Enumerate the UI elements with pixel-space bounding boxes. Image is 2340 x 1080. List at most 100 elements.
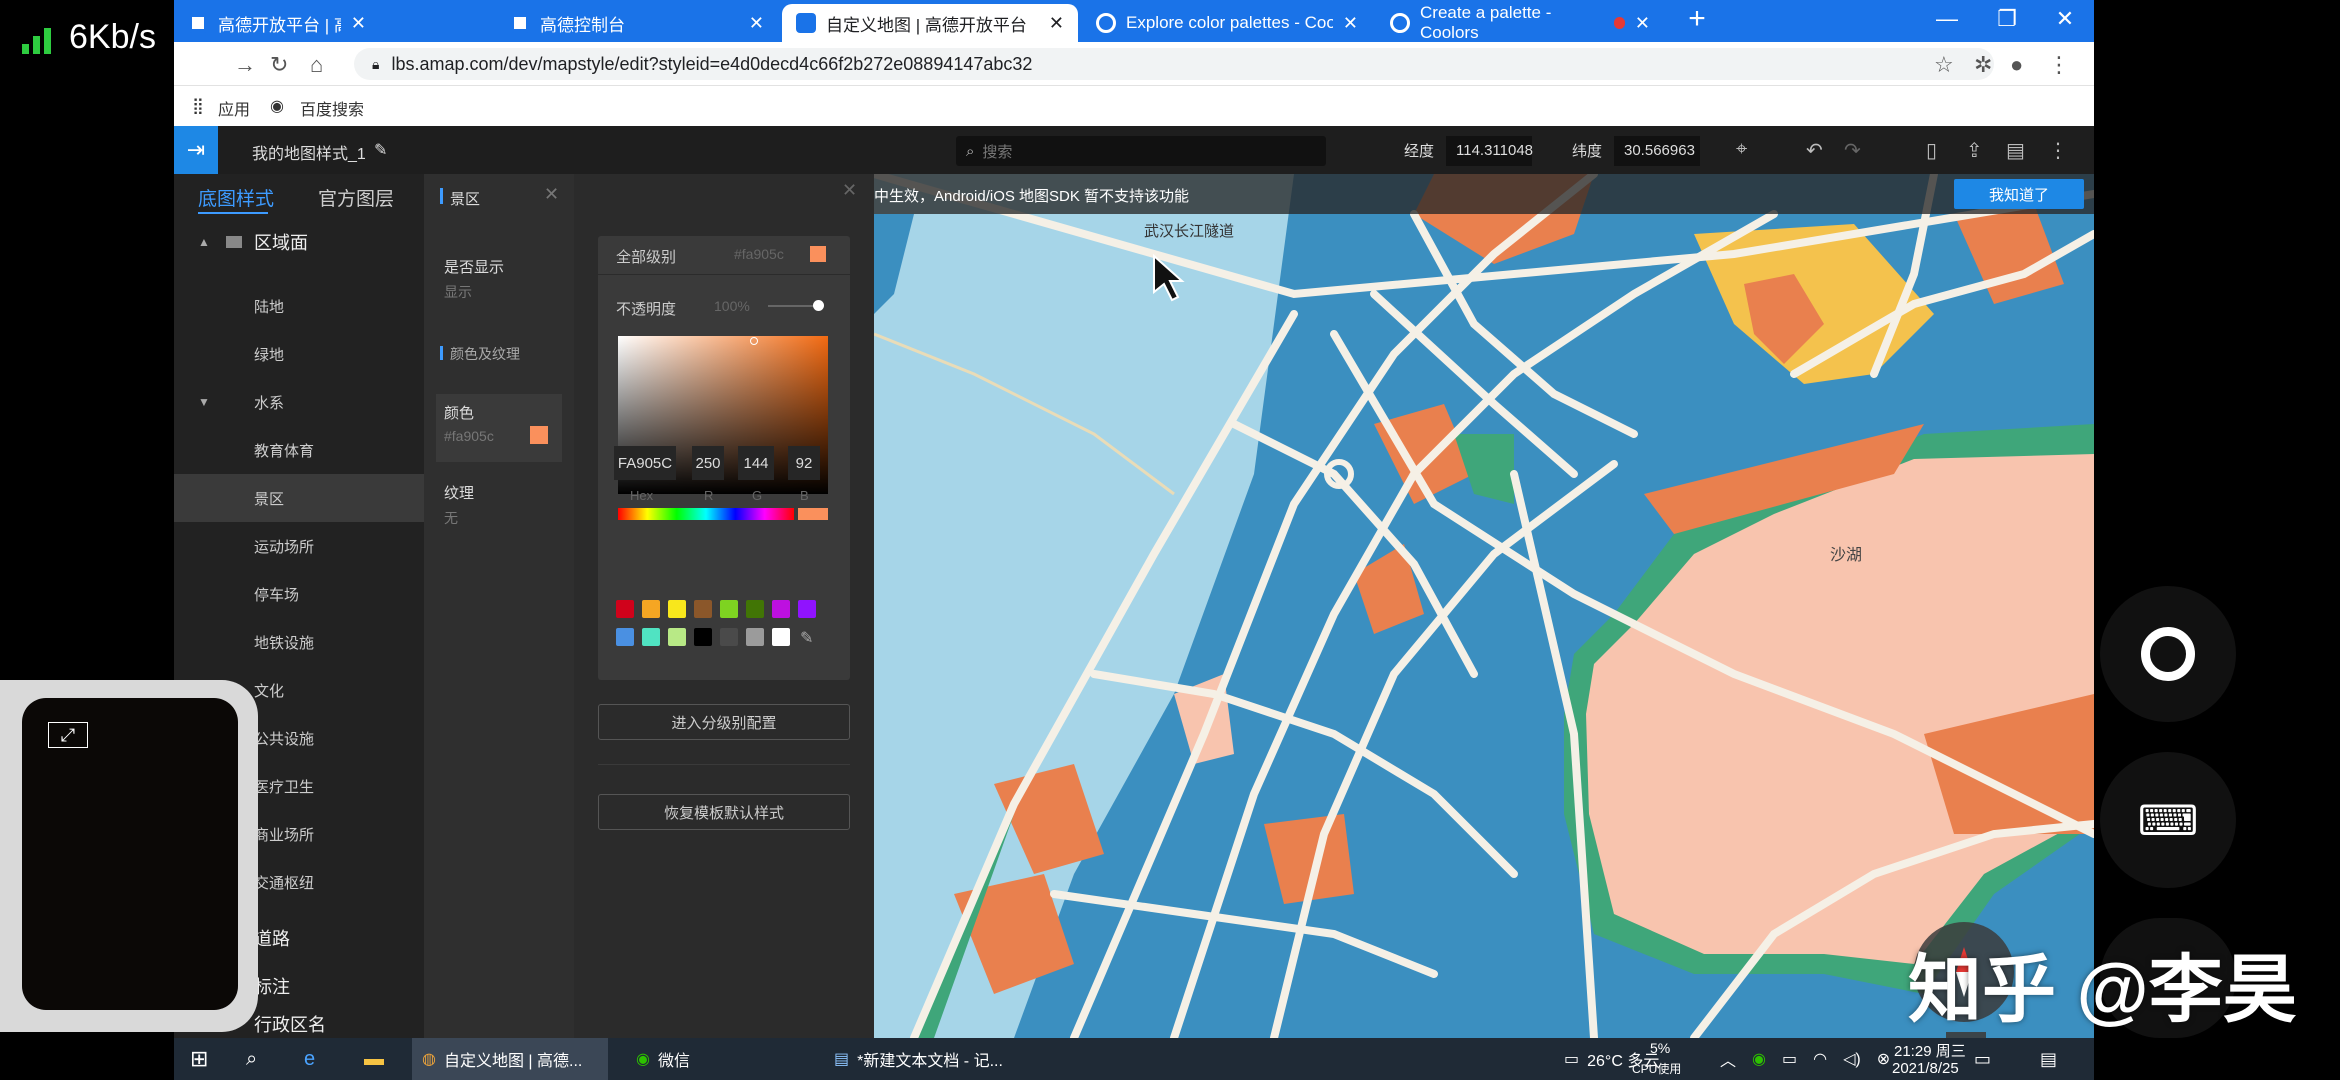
preset-swatch[interactable] — [720, 628, 738, 646]
chevron-up-icon[interactable]: ▲ — [198, 235, 210, 249]
preset-swatch[interactable] — [694, 628, 712, 646]
restore-button[interactable]: ❐ — [1978, 0, 2036, 38]
notification-icon[interactable]: ▤ — [2040, 1038, 2057, 1080]
close-icon[interactable]: ✕ — [1635, 13, 1650, 34]
clock-date[interactable]: 2021/8/25 — [1892, 1060, 1959, 1077]
profile-icon[interactable]: ● — [2010, 52, 2023, 78]
preset-swatch[interactable] — [642, 600, 660, 618]
close-circle-icon[interactable]: ⊗ — [1877, 1049, 1890, 1069]
map-search-input[interactable]: ⌕ 搜索 — [956, 136, 1326, 166]
got-it-button[interactable]: 我知道了 — [1954, 179, 2084, 209]
preset-swatch[interactable] — [798, 600, 816, 618]
layer-item[interactable]: 陆地 — [174, 282, 424, 330]
layer-item[interactable]: 停车场 — [174, 570, 424, 618]
chevron-up-icon[interactable]: ︿ — [1720, 1047, 1736, 1071]
eyedropper-icon[interactable]: ✎ — [800, 628, 813, 648]
layer-item[interactable]: ▲ 区域面 — [174, 218, 424, 266]
style-name[interactable]: 我的地图样式_1 — [252, 140, 366, 164]
preset-swatch[interactable] — [746, 600, 764, 618]
preset-swatch[interactable] — [668, 628, 686, 646]
preset-swatch[interactable] — [616, 628, 634, 646]
share-icon[interactable]: ⇪ — [1966, 138, 1983, 163]
tab-custom-map[interactable]: 自定义地图 | 高德开放平台 ✕ — [782, 4, 1078, 42]
map-canvas[interactable]: 武汉长江隧道 沙湖 中生效，Android/iOS 地图SDK 暂不支持该功能 … — [874, 174, 2094, 1038]
clock-time[interactable]: 21:29 周三 — [1894, 1040, 1966, 1061]
tab-base-style[interactable]: 底图样式 — [198, 184, 274, 211]
hue-slider[interactable] — [618, 508, 794, 520]
taskbar-wechat[interactable]: ◉ 微信 — [626, 1038, 690, 1080]
saturation-handle[interactable] — [750, 337, 758, 345]
url-field[interactable]: 🔒︎ lbs.amap.com/dev/mapstyle/edit?stylei… — [354, 48, 1994, 80]
locate-icon[interactable]: ⌖ — [1736, 138, 1747, 161]
b-input[interactable]: 92 — [788, 446, 820, 480]
preset-swatch[interactable] — [772, 628, 790, 646]
tab-official-layers[interactable]: 官方图层 — [318, 184, 394, 211]
exit-icon[interactable]: ⇥ — [174, 126, 218, 174]
close-window-button[interactable]: ✕ — [2036, 0, 2094, 38]
lat-value[interactable]: 30.566963 — [1614, 136, 1700, 166]
hex-input[interactable]: FA905C — [614, 446, 676, 480]
reset-style-button[interactable]: 恢复模板默认样式 — [598, 794, 850, 830]
battery-icon[interactable]: ▭ — [1782, 1049, 1797, 1069]
reload-icon[interactable]: ↻ — [270, 52, 288, 78]
apps-icon[interactable]: ⣿ — [192, 96, 204, 116]
opacity-slider-handle[interactable] — [813, 300, 824, 311]
mobile-preview-icon[interactable]: ▯ — [1926, 138, 1937, 163]
close-icon[interactable]: ✕ — [544, 184, 559, 205]
texture-value[interactable]: 无 — [444, 508, 458, 528]
edit-pencil-icon[interactable]: ✎ — [374, 140, 387, 160]
tab-create-palette[interactable]: Create a palette - Coolors ✕ — [1376, 3, 1664, 42]
redo-icon[interactable]: ↷ — [1844, 138, 1861, 163]
preset-swatch[interactable] — [720, 600, 738, 618]
layer-item[interactable]: 教育体育 — [174, 426, 424, 474]
layer-item[interactable]: 景区 — [174, 474, 424, 522]
map-svg[interactable]: 武汉长江隧道 沙湖 — [874, 174, 2094, 1038]
preset-swatch[interactable] — [746, 628, 764, 646]
layer-item[interactable]: 运动场所 — [174, 522, 424, 570]
undo-icon[interactable]: ↶ — [1806, 138, 1823, 163]
preset-swatch[interactable] — [616, 600, 634, 618]
taskbar-notepad[interactable]: ▤ *新建文本文档 - 记... — [824, 1038, 1003, 1080]
preset-swatch[interactable] — [772, 600, 790, 618]
ie-icon[interactable]: e — [304, 1038, 315, 1080]
taskbar-chrome[interactable]: ◍ 自定义地图 | 高德... — [412, 1038, 608, 1080]
floating-video-window[interactable]: ⤢ — [0, 680, 258, 1032]
close-icon[interactable]: ✕ — [842, 180, 857, 201]
bookmark-baidu[interactable]: 百度搜索 — [300, 96, 364, 120]
color-swatch[interactable] — [530, 426, 548, 444]
r-input[interactable]: 250 — [692, 446, 724, 480]
wechat-tray-icon[interactable]: ◉ — [1752, 1049, 1766, 1069]
forward-icon[interactable]: → — [234, 52, 256, 78]
minimize-button[interactable]: — — [1918, 0, 1976, 38]
tab-explore-palettes[interactable]: Explore color palettes - Coolors ✕ — [1082, 4, 1372, 42]
layer-item[interactable]: 地铁设施 — [174, 618, 424, 666]
search-icon[interactable]: ⌕ — [246, 1038, 257, 1080]
preset-swatch[interactable] — [642, 628, 660, 646]
bookmark-star-icon[interactable]: ☆ — [1934, 52, 1954, 78]
keyboard-button[interactable]: ⌨ — [2100, 752, 2236, 888]
more-icon[interactable]: ⋮ — [2048, 138, 2068, 163]
record-button[interactable] — [2100, 586, 2236, 722]
show-desktop-icon[interactable]: ▭ — [1974, 1038, 1991, 1080]
video-preview[interactable]: ⤢ — [22, 698, 238, 1010]
preset-swatch[interactable] — [694, 600, 712, 618]
level-config-button[interactable]: 进入分级别配置 — [598, 704, 850, 740]
close-icon[interactable]: ✕ — [749, 13, 764, 34]
save-icon[interactable]: ▤ — [2006, 138, 2025, 163]
close-icon[interactable]: ✕ — [351, 13, 366, 34]
volume-icon[interactable]: ◁) — [1843, 1049, 1861, 1069]
extensions-icon[interactable]: ✲ — [1974, 52, 1992, 78]
layer-item[interactable]: 绿地 — [174, 330, 424, 378]
bookmark-apps[interactable]: 应用 — [218, 96, 250, 120]
expand-icon[interactable]: ⤢ — [48, 722, 88, 748]
visible-value[interactable]: 显示 — [444, 282, 472, 302]
new-tab-button[interactable]: + — [1668, 0, 1726, 38]
menu-icon[interactable]: ⋮ — [2048, 52, 2070, 78]
preset-swatch[interactable] — [668, 600, 686, 618]
close-icon[interactable]: ✕ — [1049, 13, 1064, 34]
wifi-icon[interactable]: ◠ — [1813, 1049, 1827, 1069]
folder-icon[interactable]: ▬ — [364, 1038, 384, 1080]
g-input[interactable]: 144 — [738, 446, 774, 480]
home-icon[interactable]: ⌂ — [310, 52, 323, 78]
tab-amap-console[interactable]: 高德控制台 ✕ — [496, 4, 778, 42]
